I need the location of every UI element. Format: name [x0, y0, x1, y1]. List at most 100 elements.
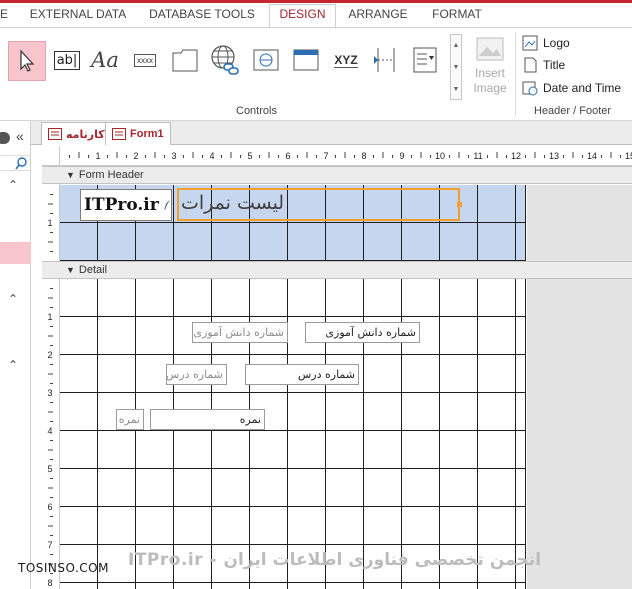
grade-label[interactable]: نمره — [116, 409, 144, 430]
ruler-label: 6 — [285, 151, 290, 161]
section-arrow-icon: ▼ — [66, 265, 75, 275]
detail-grid[interactable] — [60, 279, 526, 589]
horizontal-ruler[interactable]: 123456789101112131415 — [60, 146, 632, 166]
header-footer-group-label: Header / Footer — [534, 105, 612, 117]
tab-file[interactable]: E — [0, 5, 10, 27]
course-number-label[interactable]: شماره درس — [166, 364, 227, 385]
tab-external-data[interactable]: EXTERNAL DATA — [22, 5, 134, 27]
gallery-more-icon[interactable]: ▼ — [451, 79, 461, 101]
label-control-button[interactable]: Aa — [88, 43, 122, 77]
nav-selected-item[interactable] — [0, 242, 31, 264]
vertical-ruler[interactable]: 1 1 2 3 4 5 6 7 8 — [42, 166, 60, 589]
form-header-section-bar[interactable]: ▼ Form Header — [60, 166, 632, 184]
ruler-label: 3 — [171, 151, 176, 161]
text-box-control-button[interactable]: ab| — [50, 43, 84, 77]
section-selector-detail[interactable] — [42, 261, 60, 279]
chevron-up-icon[interactable]: ▲ — [451, 35, 461, 57]
nav-menu-button[interactable] — [0, 132, 10, 144]
button-control-button[interactable]: xxxx — [128, 43, 162, 77]
grade-field[interactable]: نمره — [150, 409, 265, 430]
date-and-time-button[interactable]: Date and Time — [522, 78, 621, 98]
date-and-time-label: Date and Time — [543, 81, 622, 95]
combo-box-control-button[interactable] — [408, 43, 442, 77]
ruler-label: 5 — [47, 464, 52, 474]
title-button-label: Title — [543, 58, 566, 72]
ruler-label: 2 — [47, 350, 52, 360]
page-break-control-button[interactable] — [369, 43, 403, 77]
ruler-label: 14 — [587, 151, 597, 161]
student-number-label[interactable]: شماره دانش آموزی — [192, 322, 288, 343]
ruler-label: 7 — [323, 151, 328, 161]
detail-label: Detail — [78, 264, 108, 276]
ruler-label: 1 — [47, 312, 52, 322]
ruler-label: 1 — [95, 151, 100, 161]
picture-icon — [476, 37, 504, 61]
logo-button-label: Logo — [543, 36, 570, 50]
tab-arrange[interactable]: ARRANGE — [341, 5, 415, 27]
form-header-label: Form Header — [78, 169, 144, 181]
ruler-label: 8 — [361, 151, 366, 161]
browser-globe-icon — [253, 49, 279, 71]
ribbon-design-panel: ab| Aa xxxx XYZ ▲ ▼ ▼ Insert Image Contr… — [0, 27, 632, 121]
tab-design[interactable]: DESIGN — [269, 4, 336, 28]
ruler-label: 8 — [47, 578, 52, 588]
horizontal-ruler-ticks: 123456789101112131415 — [69, 151, 632, 161]
vertical-ruler-ticks: 1 1 2 3 4 5 6 7 8 — [47, 194, 53, 588]
chevron-up-icon[interactable]: ⌃ — [8, 292, 18, 306]
quill-icon — [163, 199, 170, 210]
option-group-control-button[interactable]: XYZ — [329, 43, 363, 77]
ruler-label: 4 — [47, 426, 52, 436]
ruler-corner[interactable] — [42, 146, 60, 166]
document-tab-bar: کارنامه Form1 — [31, 121, 632, 145]
tab-format[interactable]: FORMAT — [423, 5, 491, 27]
collapse-pane-icon[interactable]: « — [16, 128, 24, 144]
group-separator — [515, 32, 516, 116]
detail-section-bar[interactable]: ▼ Detail — [60, 261, 632, 279]
ruler-label: 3 — [47, 388, 52, 398]
ruler-label: 12 — [511, 151, 521, 161]
title-button[interactable]: Title — [522, 55, 565, 75]
web-browser-control-button[interactable] — [249, 43, 283, 77]
form-icon — [48, 128, 62, 140]
logo-text: ITPro.ir — [84, 195, 159, 215]
form-icon — [112, 128, 126, 140]
text-box-icon: ab| — [53, 50, 81, 70]
hyperlink-control-button[interactable] — [208, 43, 242, 77]
command-button-icon: xxxx — [134, 53, 156, 67]
logo-control[interactable]: ITPro.ir — [80, 189, 172, 221]
doctab-karnameh[interactable]: کارنامه — [41, 122, 112, 145]
chevron-up-icon[interactable]: ⌃ — [8, 358, 18, 372]
title-label-control[interactable]: لیست نمرات — [177, 188, 460, 221]
ruler-label: 1 — [47, 218, 52, 228]
doctab-form1[interactable]: Form1 — [105, 122, 171, 145]
ruler-label: 11 — [473, 151, 482, 161]
insert-image-label-1: Insert — [474, 66, 505, 80]
insert-image-label-2: Image — [473, 81, 507, 95]
form-header-gray-area — [527, 185, 632, 262]
logo-button[interactable]: Logo — [522, 33, 570, 53]
course-number-field[interactable]: شماره درس — [245, 364, 359, 385]
detail-gray-area — [527, 279, 632, 589]
insert-image-button[interactable]: Insert Image — [466, 36, 514, 96]
doctab-form1-label: Form1 — [130, 128, 164, 140]
search-icon — [15, 157, 27, 170]
ruler-label: 7 — [47, 540, 52, 550]
tab-database-tools[interactable]: DATABASE TOOLS — [143, 5, 261, 27]
calendar-clock-icon — [522, 81, 538, 96]
chevron-up-icon[interactable]: ⌃ — [8, 178, 18, 192]
student-number-field[interactable]: شماره دانش آموزی — [305, 322, 420, 343]
ruler-label: 10 — [435, 151, 445, 161]
select-pointer-button[interactable] — [8, 41, 46, 81]
resize-handle[interactable] — [457, 202, 462, 207]
option-group-icon: XYZ — [334, 52, 358, 68]
controls-group-label: Controls — [236, 105, 277, 117]
section-selector-form-header[interactable] — [42, 166, 60, 184]
chevron-down-icon[interactable]: ▼ — [451, 57, 461, 79]
nav-search-box[interactable] — [0, 155, 31, 171]
tab-control-button[interactable] — [168, 43, 202, 77]
pointer-icon — [20, 49, 35, 72]
ruler-label: 15 — [625, 151, 632, 161]
navigation-control-button[interactable] — [289, 43, 323, 77]
label-icon: Aa — [91, 48, 119, 72]
controls-gallery-scroller[interactable]: ▲ ▼ ▼ — [450, 34, 462, 100]
